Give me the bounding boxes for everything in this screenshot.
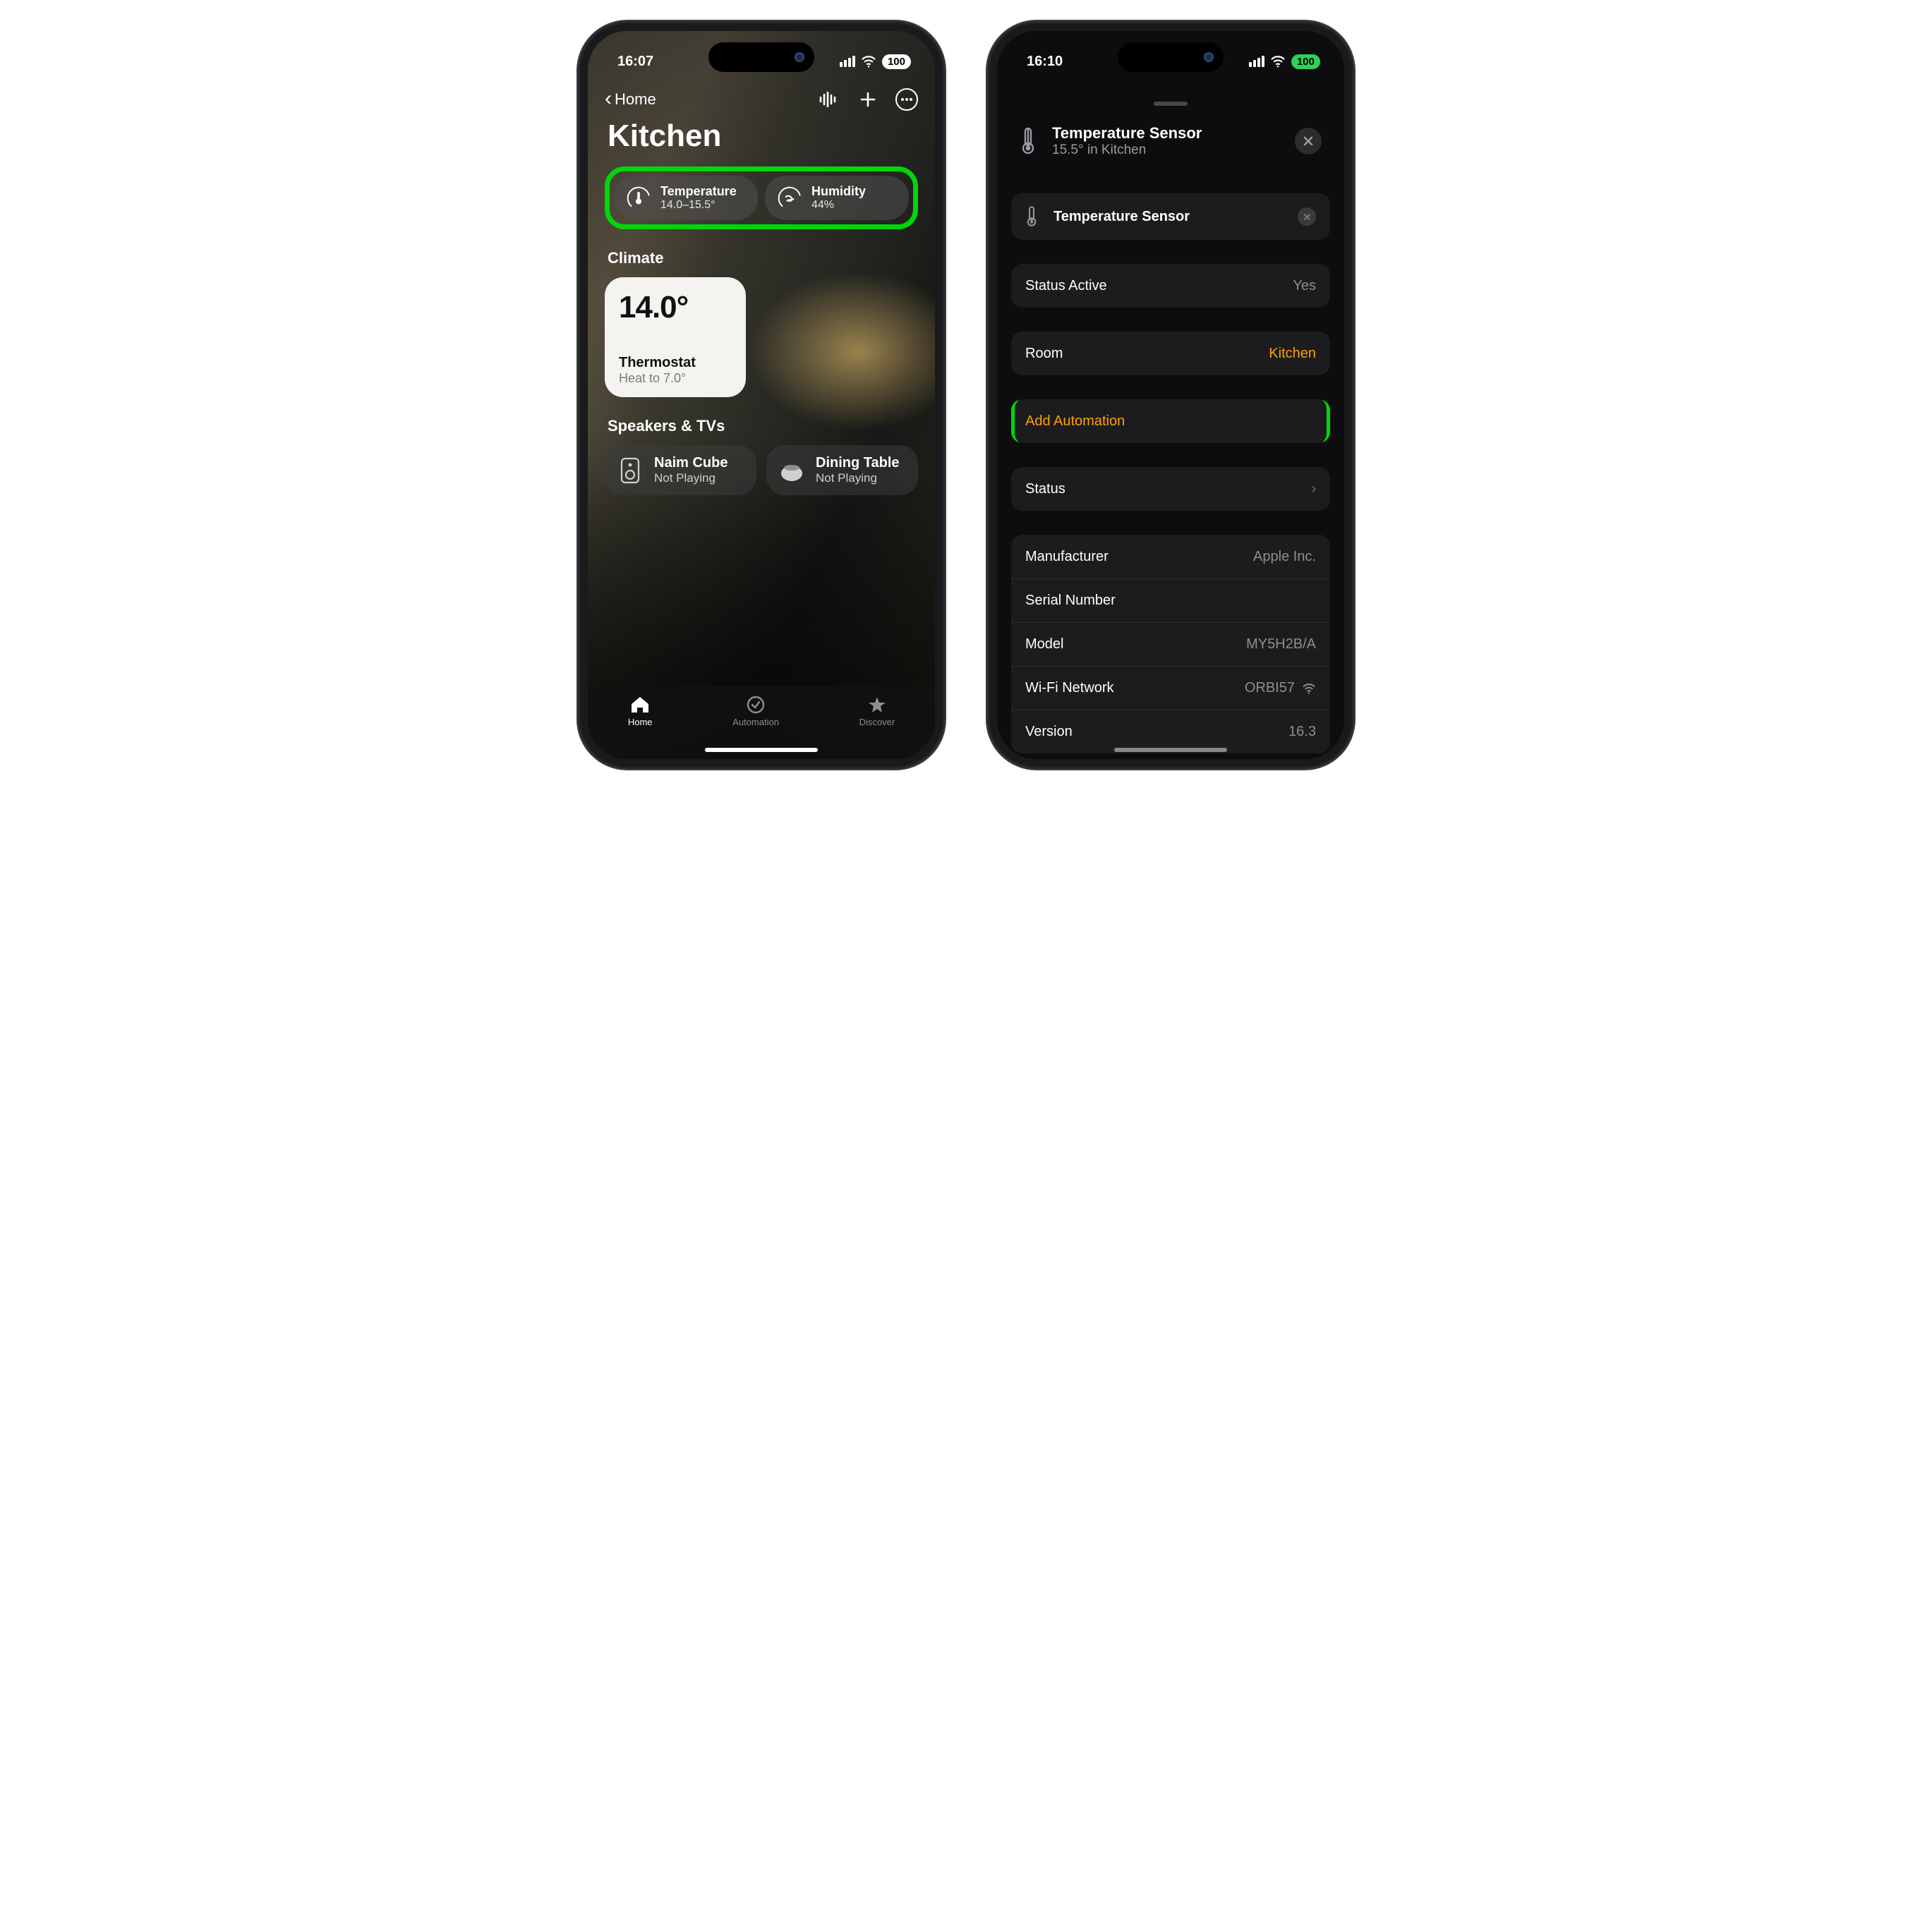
screen-right: 16:10 100 Temperature Sensor 15.5° in Ki… [997, 31, 1344, 759]
humidity-label: Humidity [811, 184, 866, 199]
wifi-network-row: Wi-Fi Network ORBI57 [1011, 666, 1330, 710]
model-row: Model MY5H2B/A [1011, 622, 1330, 666]
close-button[interactable] [1295, 128, 1322, 154]
name-field-row[interactable]: Temperature Sensor [1011, 193, 1330, 240]
speaker-tile-dining[interactable]: Dining Table Not Playing [766, 445, 918, 495]
speaker-icon [616, 456, 644, 485]
temperature-label: Temperature [660, 184, 737, 199]
speaker-name: Naim Cube [654, 455, 727, 471]
battery-indicator: 100 [1291, 54, 1320, 69]
sheet-grabber[interactable] [1154, 102, 1188, 106]
clock-check-icon [745, 696, 766, 714]
xmark-icon [1303, 213, 1311, 221]
room-row[interactable]: Room Kitchen [1011, 332, 1330, 375]
back-label: Home [615, 90, 656, 109]
home-indicator[interactable] [705, 748, 818, 752]
battery-indicator: 100 [882, 54, 911, 69]
phone-right: 16:10 100 Temperature Sensor 15.5° in Ki… [987, 21, 1354, 769]
more-button[interactable] [895, 88, 918, 111]
speaker-status: Not Playing [654, 471, 727, 485]
thermostat-status: Heat to 7.0° [619, 371, 732, 386]
waveform-icon [819, 92, 838, 107]
speaker-tile-naim[interactable]: Naim Cube Not Playing [605, 445, 756, 495]
thermostat-name: Thermostat [619, 355, 732, 371]
accessory-name-input[interactable]: Temperature Sensor [1053, 209, 1190, 225]
climate-section-label: Climate [608, 249, 915, 267]
phone-left: 16:07 100 ‹ Home [578, 21, 945, 769]
speaker-name: Dining Table [816, 455, 900, 471]
room-value: Kitchen [1269, 346, 1316, 362]
thermostat-reading: 14.0° [619, 290, 732, 325]
xmark-icon [1303, 135, 1314, 147]
homepod-mini-icon [778, 456, 806, 485]
wifi-icon [861, 55, 876, 68]
status-active-value: Yes [1293, 278, 1316, 294]
star-icon [867, 696, 888, 714]
status-time: 16:10 [1027, 54, 1063, 70]
front-camera-icon [795, 52, 804, 62]
ellipsis-icon [900, 97, 913, 102]
back-button[interactable]: ‹ Home [605, 90, 656, 109]
chevron-left-icon: ‹ [605, 88, 612, 109]
humidity-value: 44% [811, 199, 866, 212]
thermometer-icon [1025, 206, 1041, 227]
chevron-right-icon: › [1311, 481, 1316, 497]
wifi-icon [1302, 683, 1316, 694]
cellular-icon [840, 56, 855, 67]
intercom-button[interactable] [816, 87, 840, 111]
version-row: Version 16.3 [1011, 710, 1330, 753]
home-indicator[interactable] [1114, 748, 1227, 752]
screen-left: 16:07 100 ‹ Home [588, 31, 935, 759]
dynamic-island [708, 42, 814, 72]
thermometer-icon [625, 185, 652, 212]
house-icon [629, 696, 651, 714]
tab-automation[interactable]: Automation [732, 696, 779, 727]
tab-discover[interactable]: Discover [859, 696, 895, 727]
sheet-title: Temperature Sensor [1052, 124, 1202, 143]
wifi-icon [1270, 55, 1286, 68]
room-title: Kitchen [608, 119, 915, 154]
speaker-status: Not Playing [816, 471, 900, 485]
tab-home[interactable]: Home [628, 696, 653, 727]
thermometer-icon [1020, 127, 1039, 155]
add-automation-button[interactable]: Add Automation [1011, 399, 1330, 443]
status-time: 16:07 [617, 54, 653, 70]
sheet-subtitle: 15.5° in Kitchen [1052, 143, 1202, 158]
clear-text-button[interactable] [1298, 207, 1316, 226]
highlight-add-automation: Add Automation [1011, 399, 1330, 443]
thermostat-tile[interactable]: 14.0° Thermostat Heat to 7.0° [605, 277, 746, 397]
plus-icon [859, 91, 876, 108]
temperature-pill[interactable]: Temperature 14.0–15.5° [614, 176, 758, 220]
status-active-row[interactable]: Status Active Yes [1011, 264, 1330, 308]
status-row[interactable]: Status › [1011, 467, 1330, 511]
highlight-sensor-pills: Temperature 14.0–15.5° Humidity 44% [605, 166, 918, 229]
sheet-header: Temperature Sensor 15.5° in Kitchen [1015, 114, 1326, 174]
manufacturer-row: Manufacturer Apple Inc. [1011, 535, 1330, 578]
serial-number-row: Serial Number [1011, 578, 1330, 622]
cellular-icon [1249, 56, 1264, 67]
humidity-pill[interactable]: Humidity 44% [765, 176, 909, 220]
dynamic-island [1118, 42, 1224, 72]
humidity-icon [776, 185, 803, 212]
speakers-section-label: Speakers & TVs [608, 417, 915, 435]
front-camera-icon [1204, 52, 1214, 62]
temperature-value: 14.0–15.5° [660, 199, 737, 212]
add-button[interactable] [856, 87, 880, 111]
